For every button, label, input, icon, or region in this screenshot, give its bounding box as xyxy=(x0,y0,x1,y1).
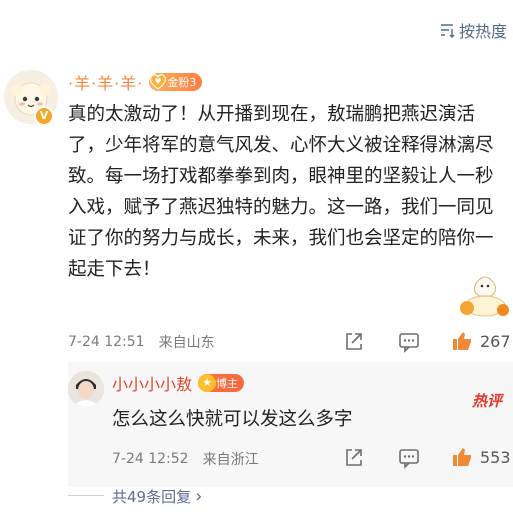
reply-text: 怎么这么快就可以发这么多字 xyxy=(112,409,353,430)
more-replies-label: 共49条回复 xyxy=(112,488,192,506)
svg-text:♥: ♥ xyxy=(155,77,162,86)
comment-time: 7-24 12:51 xyxy=(68,334,145,350)
sort-label: 按热度 xyxy=(458,22,507,41)
chevron-right-icon: › xyxy=(195,486,203,507)
blogger-badge-label: 博主 xyxy=(216,377,239,390)
comment-location: 来自山东 xyxy=(158,335,215,351)
hot-comment-tag: 热评 xyxy=(472,392,503,410)
reply-comment-icon[interactable] xyxy=(397,446,421,470)
blogger-badge: ★ 博主 xyxy=(198,374,245,392)
reply-time: 7-24 12:52 xyxy=(112,451,189,467)
reply-like-count: 553 xyxy=(480,447,511,467)
fan-level-badge[interactable]: ♥ 金粉3 xyxy=(149,73,203,91)
reply-location: 来自浙江 xyxy=(202,452,259,468)
sticker-icon xyxy=(460,276,509,317)
reply-share-icon[interactable] xyxy=(342,446,366,470)
heart-badge-icon: ♥ xyxy=(150,74,167,90)
sort-icon xyxy=(440,24,455,38)
comment-text: 真的太激动了！从开播到现在，敖瑞鹏把燕迟演活了，少年将军的意气风发、心怀大义被诠… xyxy=(68,104,494,280)
reply-avatar[interactable] xyxy=(68,371,104,407)
v-icon: V xyxy=(34,106,54,126)
share-icon[interactable] xyxy=(342,330,366,354)
like-button[interactable]: 267 xyxy=(450,329,511,353)
like-icon xyxy=(453,332,471,350)
username[interactable]: ·羊·羊·羊· xyxy=(68,70,143,94)
reply-like-button[interactable]: 553 xyxy=(450,445,511,469)
sort-by-hot-button[interactable]: 按热度 xyxy=(439,18,507,42)
divider xyxy=(68,495,104,496)
reply-username[interactable]: 小小小小敖 xyxy=(112,371,192,395)
reply-meta: 7-24 12:52 来自浙江 xyxy=(112,449,259,469)
comment-meta: 7-24 12:51 来自山东 xyxy=(68,332,215,352)
view-more-replies-link[interactable]: 共49条回复 › xyxy=(112,486,202,507)
crown-icon: ★ xyxy=(198,374,217,392)
reply-like-icon xyxy=(453,448,471,466)
fan-badge-label: 金粉3 xyxy=(167,76,197,89)
like-count: 267 xyxy=(480,331,511,351)
person-avatar-icon xyxy=(68,371,104,407)
comment-author: ·羊·羊·羊· ♥ 金粉3 xyxy=(68,70,203,94)
reply-author: 小小小小敖 ★ 博主 xyxy=(112,371,245,395)
comment-icon[interactable] xyxy=(397,330,421,354)
